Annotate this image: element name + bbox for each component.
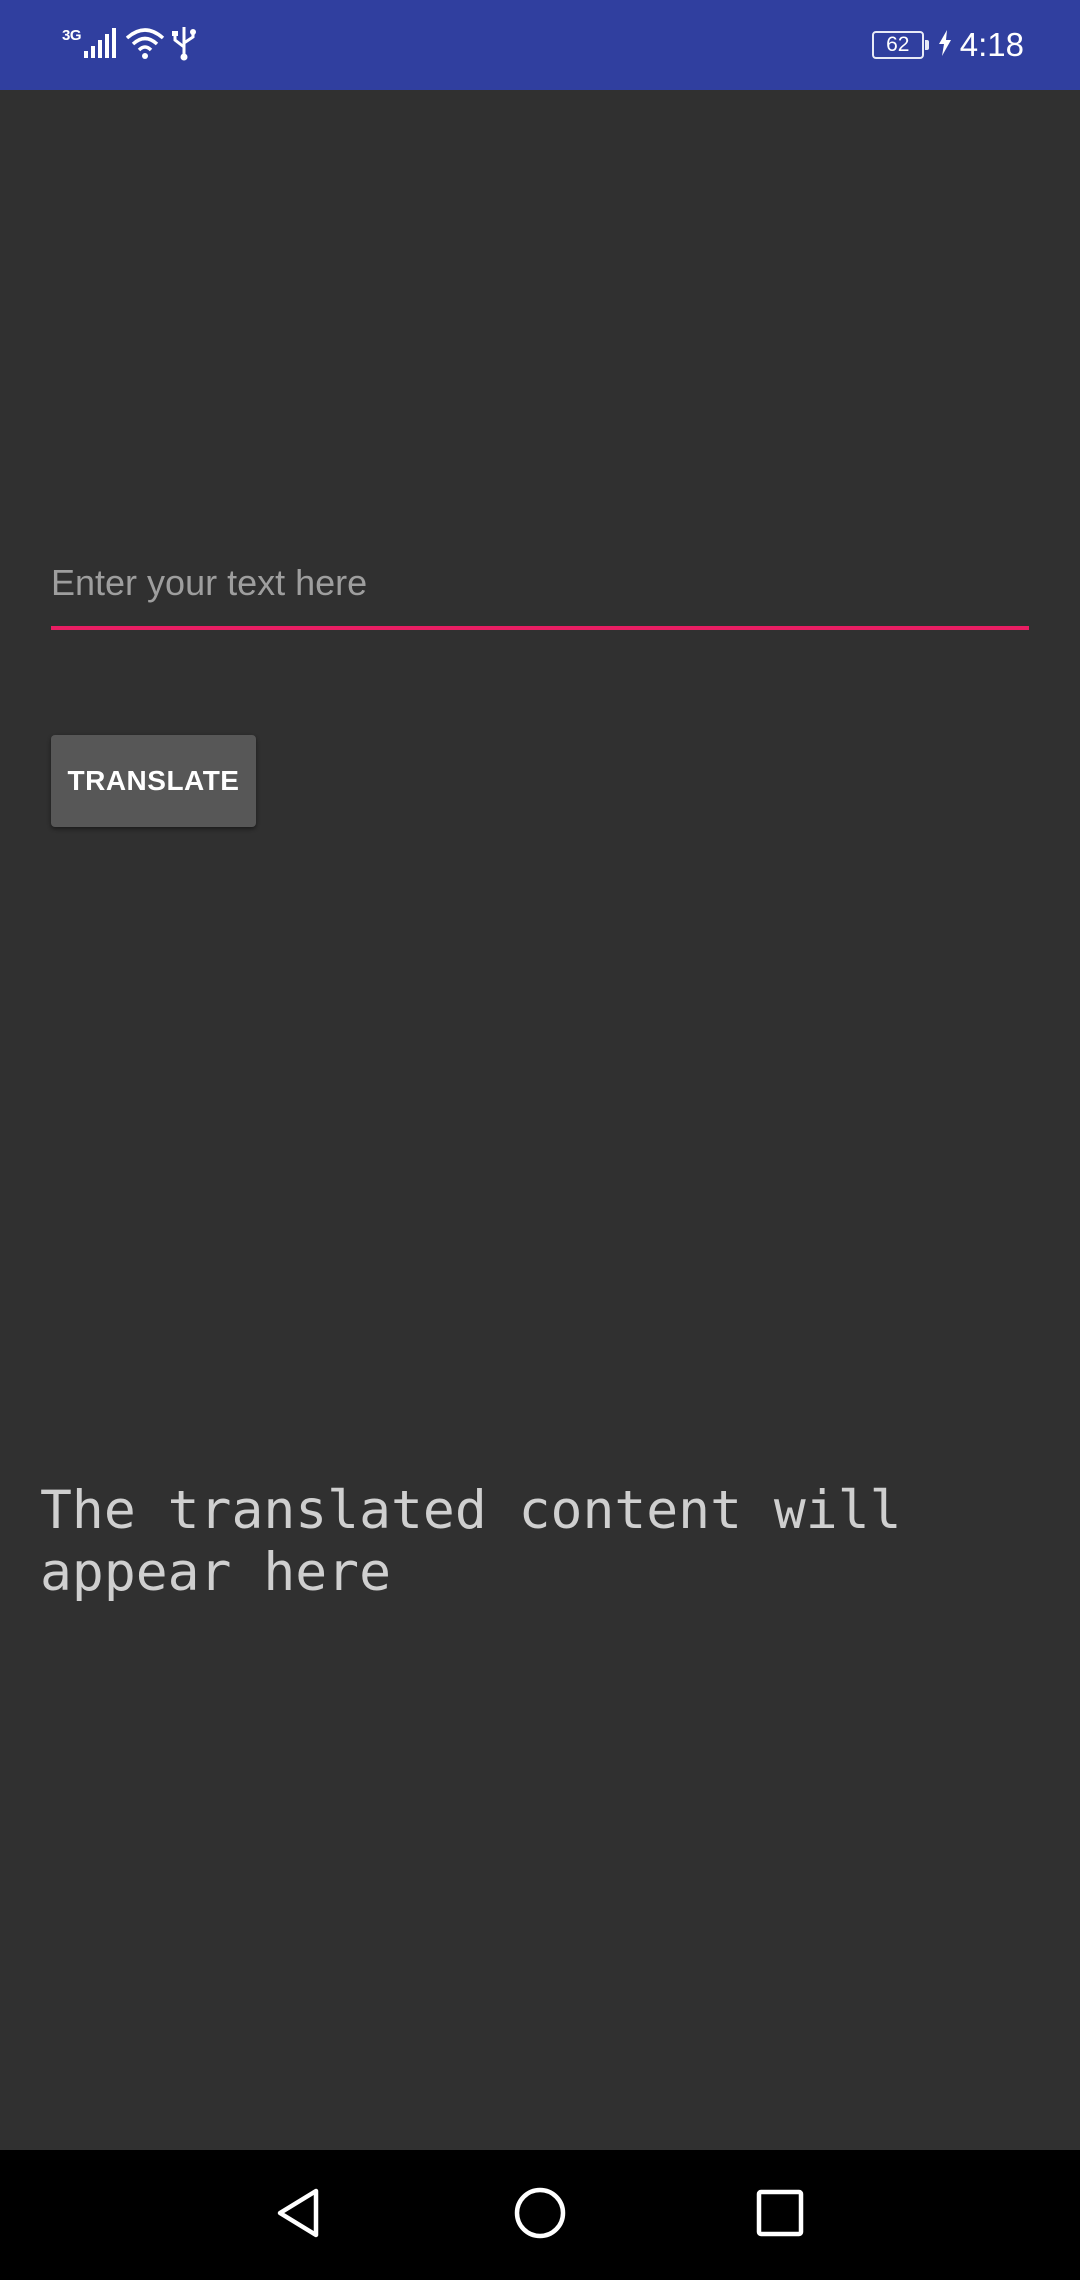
translated-output-text: The translated content will appear here (40, 1480, 902, 1603)
translate-button[interactable]: TRANSLATE (51, 735, 256, 827)
text-input-container (51, 520, 1029, 640)
network-type-label: 3G (62, 26, 82, 44)
status-left: 3G (62, 22, 197, 68)
home-button[interactable] (500, 2175, 580, 2255)
navigation-bar (0, 2150, 1080, 2280)
app-screen: 3G 62 4:18 Enter your text here TRANSLAT… (0, 0, 1080, 2280)
usb-icon (171, 25, 197, 66)
wifi-icon (125, 26, 165, 65)
charging-icon (938, 29, 952, 61)
back-button[interactable] (260, 2175, 340, 2255)
battery-icon: 62 (871, 31, 929, 59)
back-icon (272, 2185, 328, 2246)
home-icon (512, 2185, 568, 2246)
status-right: 62 4:18 (871, 22, 1024, 68)
clock: 4:18 (959, 26, 1024, 63)
recents-icon (754, 2187, 806, 2244)
text-input[interactable] (51, 540, 1029, 630)
status-bar: 3G 62 4:18 (0, 0, 1080, 90)
battery-level: 62 (886, 33, 910, 56)
recents-button[interactable] (740, 2175, 820, 2255)
signal-icon (83, 27, 119, 64)
